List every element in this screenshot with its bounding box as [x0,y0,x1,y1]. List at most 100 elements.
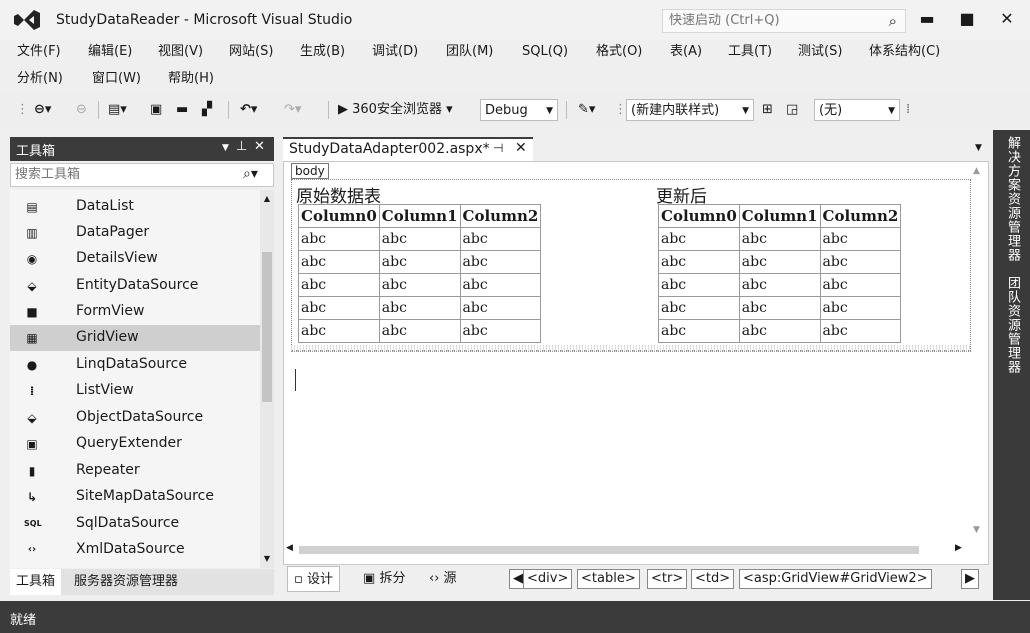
design-surface[interactable]: body 原始数据表 Column0 Column1 Column2 abc a… [283,161,989,565]
breadcrumb-gridview2[interactable]: <asp:GridView#GridView2> [739,569,932,589]
body-tag-label[interactable]: body [291,163,329,179]
scrollbar-thumb[interactable] [262,252,272,402]
save-all-icon[interactable]: ▞ [202,99,212,121]
tool-item-linqdatasource[interactable]: ● LinqDataSource [10,352,260,378]
editor-horizontal-scrollbar[interactable]: ◀ ▶ [283,543,969,557]
toolbar-overflow-icon[interactable]: ⁞ [906,99,910,121]
source-view-button[interactable]: ‹› 源 [423,566,463,592]
menu-view[interactable]: 视图(V) [158,40,203,64]
menu-website[interactable]: 网站(S) [229,40,273,64]
menu-test[interactable]: 测试(S) [798,40,842,64]
menu-sql[interactable]: SQL(Q) [522,40,568,64]
split-view-button[interactable]: ▣ 拆分 [357,566,411,592]
toolbox-search-input[interactable] [15,167,235,182]
tool-item-queryextender[interactable]: ▣ QueryExtender [10,431,260,457]
open-file-icon[interactable]: ▣ [150,99,162,121]
style-dropdown[interactable]: (新建内联样式) ▼ [626,99,754,121]
scroll-up-icon[interactable]: ▲ [973,166,980,176]
close-icon[interactable]: ✕ [515,140,527,156]
toolbar-separator [328,101,329,119]
tab-studydataadapter002[interactable]: StudyDataAdapter002.aspx* ⊣ ✕ [283,137,533,161]
close-icon[interactable]: ✕ [254,139,265,154]
toolbox-scrollbar[interactable]: ▲ ▼ [260,190,274,568]
tool-item-datapager[interactable]: ▥ DataPager [10,220,260,246]
pin-icon[interactable]: ⊥ [236,139,247,154]
menu-build[interactable]: 生成(B) [300,40,345,64]
menu-help[interactable]: 帮助(H) [168,67,214,91]
menu-analyze[interactable]: 分析(N) [17,67,63,91]
back-icon[interactable]: ⊖▾ [34,99,51,121]
tool-item-label: QueryExtender [76,435,182,451]
table-cell: abc [738,273,821,297]
pin-icon[interactable]: ⊣ [493,141,503,155]
tool-item-listview[interactable]: ⁞ ListView [10,378,260,404]
minimize-button[interactable]: ▬ [910,6,944,32]
menu-debug[interactable]: 调试(D) [372,40,418,64]
updated-data-gridview[interactable]: Column0 Column1 Column2 abc abc abc abc … [658,204,902,343]
search-icon[interactable]: ⌕ [889,12,897,30]
menu-file[interactable]: 文件(F) [17,40,61,64]
target-dropdown[interactable]: (无) ▼ [814,99,900,121]
design-label: 设计 [306,572,333,587]
document-tab-title: StudyDataAdapter002.aspx* [289,141,490,157]
toolbox-search[interactable]: ⌕▾ [10,163,274,187]
tool-item-formview[interactable]: ■ FormView [10,299,260,325]
style-apply-icon[interactable]: ⊞ [762,99,773,121]
menu-table[interactable]: 表(A) [670,40,702,64]
format-icon[interactable]: ✎▾ [578,99,595,121]
save-icon[interactable]: ▬ [176,99,188,121]
maximize-button[interactable]: ■ [950,6,984,32]
solution-config-dropdown[interactable]: Debug ▼ [480,99,558,121]
breadcrumb-div[interactable]: <div> [523,569,573,589]
tab-solution-explorer[interactable]: 解决方案资源管理器 [1003,136,1022,262]
breadcrumb-tr[interactable]: <tr> [647,569,688,589]
tool-item-gridview[interactable]: ▦ GridView [10,325,260,351]
tool-item-entitydatasource[interactable]: ⬙ EntityDataSource [10,273,260,299]
listview-icon: ⁞ [29,384,35,398]
table-row: abc abc abc [658,227,902,251]
tool-item-repeater[interactable]: ▮ Repeater [10,458,260,484]
design-view-button[interactable]: ▫ 设计 [287,566,340,592]
tool-item-sqldatasource[interactable]: SQL SqlDataSource [10,511,260,537]
new-project-icon[interactable]: ▤▾ [108,99,127,121]
target-rule-icon[interactable]: ◲ [786,99,798,121]
close-button[interactable]: ✕ [990,6,1024,32]
breadcrumb-table[interactable]: <table> [577,569,640,589]
tool-item-xmldatasource[interactable]: ‹› XmlDataSource [10,537,260,563]
scroll-down-icon[interactable]: ▼ [260,554,274,563]
scroll-up-icon[interactable]: ▲ [260,194,274,203]
tool-item-objectdatasource[interactable]: ⬙ ObjectDataSource [10,405,260,431]
tool-item-label: FormView [76,303,145,319]
tab-team-explorer[interactable]: 团队资源管理器 [1003,276,1022,374]
breadcrumb-forward-icon[interactable]: ▶ [961,569,979,589]
original-data-gridview[interactable]: Column0 Column1 Column2 abc abc abc abc … [298,204,542,343]
tool-item-detailsview[interactable]: ◉ DetailsView [10,246,260,272]
document-list-icon[interactable]: ▼ [975,143,982,153]
menu-tools[interactable]: 工具(T) [728,40,772,64]
tab-server-explorer[interactable]: 服务器资源管理器 [68,569,184,595]
quick-launch[interactable]: ⌕ [662,9,906,33]
table-cell: abc [298,227,380,251]
dropdown-icon[interactable]: ▼ [222,143,229,153]
browser-label: 360安全浏览器 [352,102,442,117]
start-debug-button[interactable]: ▶ 360安全浏览器 ▾ [338,99,453,121]
undo-icon[interactable]: ↶▾ [240,99,257,121]
forward-icon[interactable]: ⊖ [76,99,87,121]
scroll-right-icon[interactable]: ▶ [955,543,962,553]
document-tab-strip: StudyDataAdapter002.aspx* ⊣ ✕ [283,137,993,161]
menu-architecture[interactable]: 体系结构(C) [869,40,940,64]
menu-edit[interactable]: 编辑(E) [88,40,132,64]
breadcrumb-td[interactable]: <td> [691,569,735,589]
menu-team[interactable]: 团队(M) [446,40,493,64]
tool-item-datalist[interactable]: ▤ DataList [10,194,260,220]
quick-launch-input[interactable] [669,13,869,28]
search-icon[interactable]: ⌕▾ [243,166,258,182]
scroll-left-icon[interactable]: ◀ [286,543,293,553]
redo-icon[interactable]: ↷▾ [284,99,301,121]
scroll-down-icon[interactable]: ▼ [973,525,980,535]
menu-window[interactable]: 窗口(W) [92,67,141,91]
tool-item-sitemapdatasource[interactable]: ↳ SiteMapDataSource [10,484,260,510]
menu-format[interactable]: 格式(O) [596,40,642,64]
tab-toolbox[interactable]: 工具箱 [10,569,62,595]
scrollbar-thumb[interactable] [299,546,919,554]
